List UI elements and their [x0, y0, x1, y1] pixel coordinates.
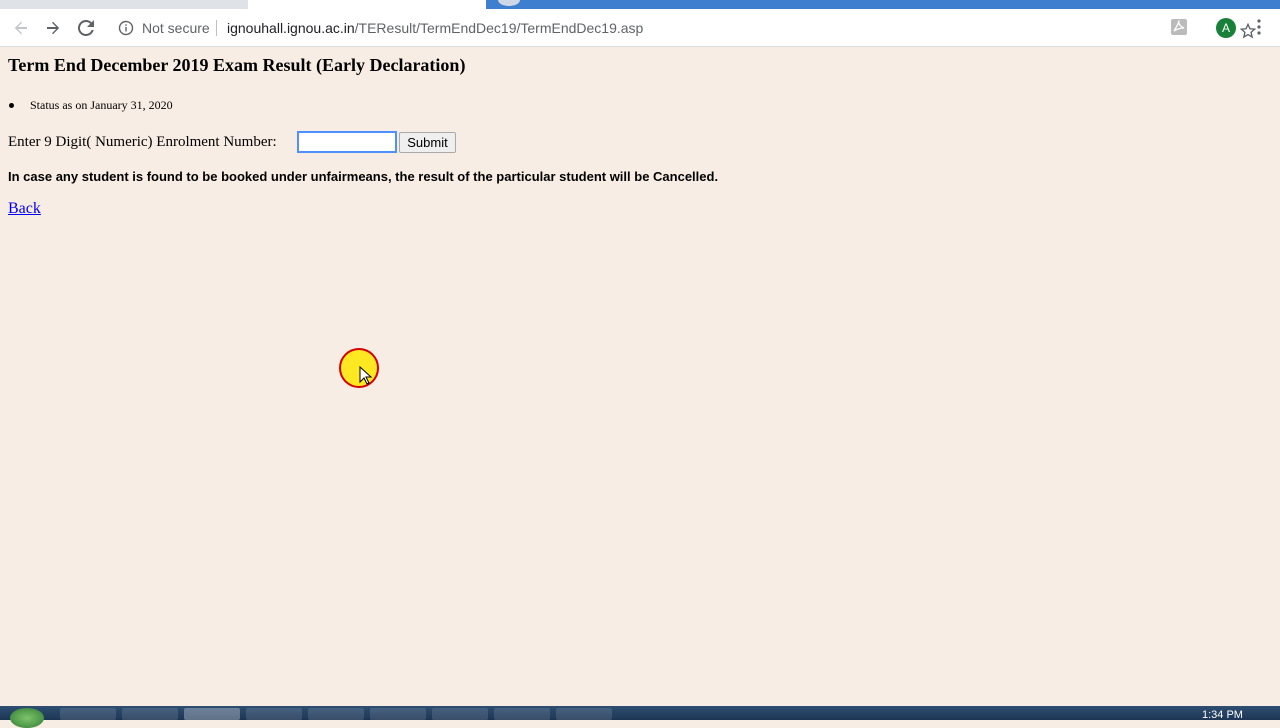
- tab-strip: [0, 0, 1280, 9]
- reload-button[interactable]: [73, 15, 99, 41]
- profile-avatar[interactable]: A: [1216, 18, 1236, 38]
- forward-button[interactable]: [40, 15, 66, 41]
- mouse-pointer-icon: [359, 366, 373, 385]
- arrow-right-icon: [47, 21, 60, 35]
- security-status[interactable]: Not secure: [142, 20, 210, 36]
- enrolment-label: Enter 9 Digit( Numeric) Enrolment Number…: [8, 134, 277, 150]
- page-title: Term End December 2019 Exam Result (Earl…: [8, 55, 466, 75]
- taskbar-item-paint[interactable]: [494, 708, 550, 720]
- taskbar-item-explorer[interactable]: [60, 708, 116, 720]
- pdf-extension-icon[interactable]: [1170, 18, 1188, 36]
- url-host: ignouhall.ignou.ac.in: [227, 20, 355, 36]
- browser-toolbar: Not secure ignouhall.ignou.ac.in/TEResul…: [0, 9, 1280, 47]
- divider: [216, 20, 217, 36]
- status-item: Status as on January 31, 2020: [8, 98, 173, 113]
- reload-icon: [78, 20, 94, 36]
- taskbar-item-notepad[interactable]: [556, 708, 612, 720]
- taskbar-item-chrome[interactable]: [184, 708, 240, 720]
- unfairmeans-notice: In case any student is found to be booke…: [8, 169, 719, 184]
- more-vert-icon[interactable]: [1252, 19, 1266, 35]
- enrolment-number-input[interactable]: [297, 131, 397, 153]
- taskbar-item-window[interactable]: [432, 708, 488, 720]
- info-icon[interactable]: [118, 20, 134, 36]
- back-button[interactable]: [8, 15, 34, 41]
- arrow-left-icon: [14, 21, 27, 35]
- new-tab-icon[interactable]: [498, 0, 520, 6]
- taskbar-item-opera[interactable]: [370, 708, 426, 720]
- browser-tab-inactive[interactable]: [0, 0, 248, 9]
- taskbar: 1:34 PM: [0, 706, 1280, 728]
- taskbar-item-app[interactable]: [122, 708, 178, 720]
- start-button-icon[interactable]: [10, 708, 44, 728]
- taskbar-item-photoshop[interactable]: [308, 708, 364, 720]
- browser-tab-active[interactable]: [248, 0, 486, 9]
- status-list: Status as on January 31, 2020: [8, 98, 173, 113]
- taskbar-clock[interactable]: 1:34 PM: [1202, 709, 1243, 721]
- url-text[interactable]: ignouhall.ignou.ac.in/TEResult/TermEndDe…: [227, 20, 643, 36]
- address-bar[interactable]: Not secure ignouhall.ignou.ac.in/TEResul…: [110, 13, 1256, 43]
- taskbar-item-folder[interactable]: [246, 708, 302, 720]
- back-link[interactable]: Back: [8, 200, 41, 218]
- url-path: /TEResult/TermEndDec19/TermEndDec19.asp: [354, 20, 644, 36]
- submit-button[interactable]: Submit: [399, 132, 456, 153]
